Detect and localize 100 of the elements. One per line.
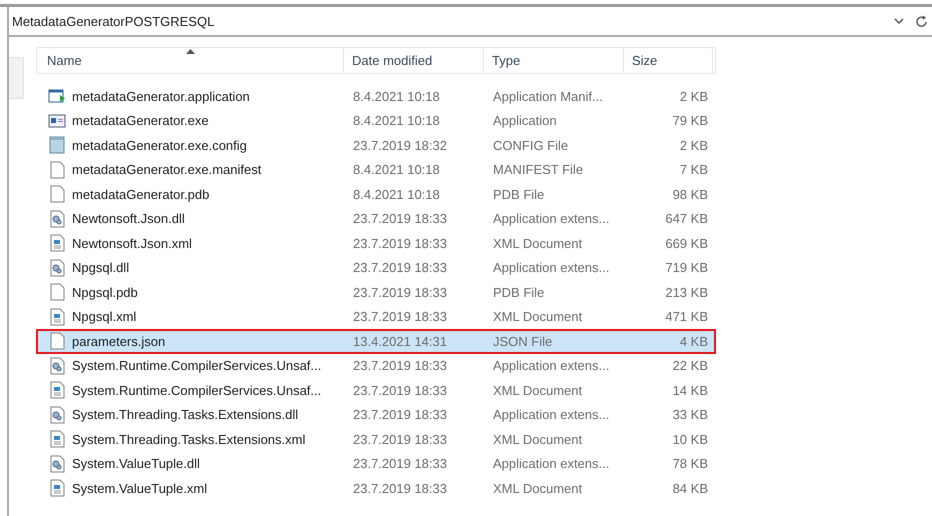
address-path: MetadataGeneratorPOSTGRESQL	[12, 14, 216, 28]
date-cell-text: 8.4.2021 10:18	[352, 113, 441, 128]
date-cell-text: 23.7.2019 18:33	[352, 382, 448, 398]
blank-file-icon	[48, 283, 66, 302]
file-row[interactable]: Npgsql.xml 23.7.2019 18:33 XML Document 471 KB	[36, 304, 716, 329]
date-cell-text: 23.7.2019 18:33	[352, 358, 448, 374]
date-cell-text: 23.7.2019 18:33	[352, 480, 448, 496]
column-header[interactable]: Size	[624, 48, 713, 73]
size-cell-text: 4 KB	[678, 334, 709, 349]
file-name: Npgsql.pdb	[72, 284, 138, 300]
size-cell-text: 10 KB	[672, 432, 709, 447]
type-cell-text: Application	[492, 113, 558, 128]
file-name: Npgsql.dll	[72, 260, 130, 276]
file-row[interactable]: metadataGenerator.application 8.4.2021 10:18 Application Manif... 2 KB	[36, 84, 716, 108]
file-name: System.Runtime.CompilerServices.Unsaf...	[72, 382, 322, 398]
date-cell-text: 23.7.2019 18:33	[352, 456, 448, 472]
dropdown-icon[interactable]	[894, 17, 904, 25]
file-name: System.Threading.Tasks.Extensions.xml	[72, 432, 306, 447]
type-cell-text: XML Document	[492, 480, 584, 496]
date-cell-text: 8.4.2021 10:18	[352, 88, 441, 104]
size-cell-text: 84 KB	[672, 480, 709, 496]
file-row[interactable]: metadataGenerator.exe 8.4.2021 10:18 Application 79 KB	[36, 108, 716, 133]
type-cell-text: Application extens...	[492, 260, 610, 276]
type-cell-text: CONFIG File	[492, 138, 570, 153]
type-cell-text: PDB File	[492, 186, 546, 202]
type-cell-text: Application Manif...	[492, 88, 604, 104]
date-cell-text: 23.7.2019 18:33	[352, 284, 448, 300]
type-cell-text: MANIFEST File	[492, 162, 584, 178]
file-row[interactable]: metadataGenerator.pdb 8.4.2021 10:18 PDB File 98 KB	[36, 182, 716, 206]
file-row[interactable]: System.Runtime.CompilerServices.Unsaf... 23.7.2019 18:33 XML Document 14 KB	[36, 378, 716, 402]
blank-file-icon	[48, 160, 66, 179]
blank-file-icon	[48, 185, 66, 204]
file-row[interactable]: System.Runtime.CompilerServices.Unsaf... 23.7.2019 18:33 Application extens... 22 KB	[36, 354, 716, 378]
file-name: metadataGenerator.exe	[72, 113, 209, 128]
size-cell-text: 719 KB	[664, 260, 709, 276]
date-cell-text: 23.7.2019 18:33	[352, 432, 448, 447]
document-icon	[48, 234, 66, 252]
column-header[interactable]: Name	[37, 48, 344, 73]
size-cell-text: 79 KB	[672, 113, 709, 128]
size-cell-text: 78 KB	[672, 456, 709, 472]
type-cell-text: Application extens...	[492, 456, 610, 472]
size-cell-text: 647 KB	[664, 211, 709, 226]
type-cell-text: XML Document	[492, 382, 584, 398]
file-row[interactable]: Npgsql.dll 23.7.2019 18:33 Application extens... 719 KB	[36, 256, 716, 280]
file-name: metadataGenerator.pdb	[72, 186, 210, 202]
file-row[interactable]: metadataGenerator.exe.config 23.7.2019 18:32 CONFIG File 2 KB	[36, 133, 716, 158]
type-cell-text: Application extens...	[492, 358, 610, 374]
application-window-icon	[48, 87, 66, 106]
size-cell-text: 14 KB	[672, 382, 709, 398]
refresh-icon[interactable]	[916, 14, 928, 28]
type-cell-text: XML Document	[492, 432, 584, 447]
document-icon	[48, 479, 66, 498]
size-cell-text: 213 KB	[664, 284, 709, 300]
column-header[interactable]: Type	[484, 48, 624, 73]
file-row[interactable]: System.Threading.Tasks.Extensions.dll 23.7.2019 18:33 Application extens... 33 KB	[36, 402, 716, 427]
address-bar[interactable]: MetadataGeneratorPOSTGRESQL	[7, 7, 932, 37]
date-cell-text: 8.4.2021 10:18	[352, 186, 441, 202]
size-cell-text: 2 KB	[678, 88, 709, 104]
size-cell-text: 22 KB	[672, 358, 709, 374]
file-name: parameters.json	[72, 334, 166, 349]
date-cell-text: 13.4.2021 14:31	[352, 334, 448, 349]
size-cell-text: 33 KB	[672, 407, 709, 422]
file-row[interactable]: Npgsql.pdb 23.7.2019 18:33 PDB File 213 KB	[36, 280, 716, 304]
date-cell-text: 23.7.2019 18:33	[352, 260, 448, 276]
type-cell-text: Application extens...	[492, 211, 610, 226]
file-row[interactable]: metadataGenerator.exe.manifest 8.4.2021 10:18 MANIFEST File 7 KB	[36, 158, 716, 182]
size-cell-text: 7 KB	[678, 162, 709, 178]
size-cell-text: 98 KB	[672, 186, 709, 202]
type-cell-text: PDB File	[492, 284, 546, 300]
file-name: System.ValueTuple.xml	[72, 480, 208, 496]
file-name: Npgsql.xml	[72, 309, 136, 324]
column-header[interactable]: Date modified	[344, 48, 484, 73]
file-row[interactable]: Newtonsoft.Json.xml 23.7.2019 18:33 XML Document 669 KB	[36, 231, 716, 256]
file-row[interactable]: parameters.json 13.4.2021 14:31 JSON File 4 KB	[36, 329, 716, 354]
size-cell-text: 2 KB	[678, 138, 709, 153]
file-name: System.ValueTuple.dll	[72, 456, 200, 472]
date-cell-text: 23.7.2019 18:33	[352, 236, 448, 251]
type-cell-text: XML Document	[492, 309, 584, 324]
document-icon	[48, 381, 66, 400]
file-name: Newtonsoft.Json.dll	[72, 211, 185, 226]
document-icon	[48, 430, 66, 448]
file-row[interactable]: System.ValueTuple.xml 23.7.2019 18:33 XML Document 84 KB	[36, 476, 716, 500]
size-cell-text: 669 KB	[664, 236, 709, 251]
file-row[interactable]: System.Threading.Tasks.Extensions.xml 23.7.2019 18:33 XML Document 10 KB	[36, 427, 716, 452]
navigation-pane	[9, 57, 24, 99]
sort-arrow-icon	[186, 49, 195, 54]
file-row[interactable]: Newtonsoft.Json.dll 23.7.2019 18:33 Application extens... 647 KB	[36, 206, 716, 231]
file-name: System.Threading.Tasks.Extensions.dll	[72, 407, 298, 422]
type-cell-text: Application extens...	[492, 407, 610, 422]
file-name: metadataGenerator.exe.config	[72, 138, 247, 153]
file-name: System.Runtime.CompilerServices.Unsaf...	[72, 358, 322, 374]
file-name: metadataGenerator.application	[72, 88, 250, 104]
date-cell-text: 23.7.2019 18:33	[352, 211, 448, 226]
size-cell-text: 471 KB	[664, 309, 709, 324]
file-name: metadataGenerator.exe.manifest	[72, 162, 262, 178]
file-row[interactable]: System.ValueTuple.dll 23.7.2019 18:33 Application extens... 78 KB	[36, 452, 716, 476]
blank-file-icon	[48, 332, 66, 350]
date-cell-text: 23.7.2019 18:32	[352, 138, 448, 153]
file-name: Newtonsoft.Json.xml	[72, 236, 192, 251]
type-cell-text: XML Document	[492, 236, 584, 251]
